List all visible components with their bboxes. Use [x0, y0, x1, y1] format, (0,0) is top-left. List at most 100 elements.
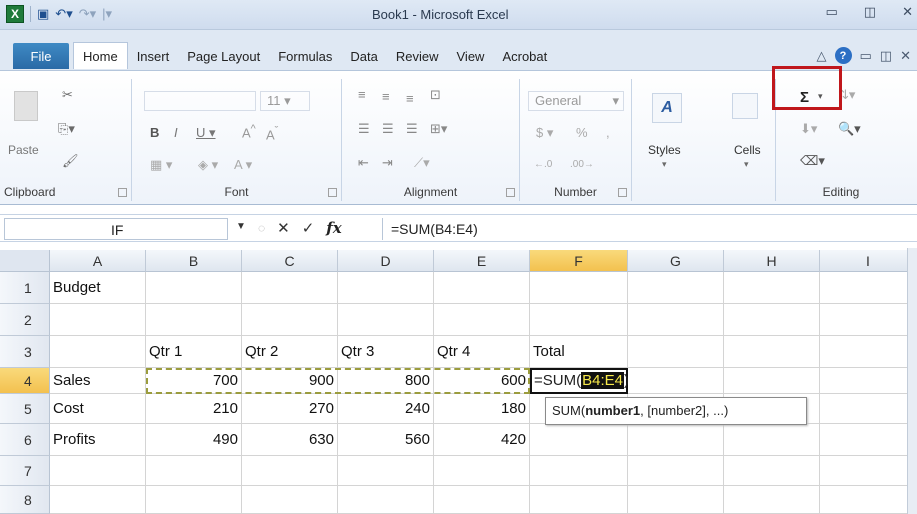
cell-g4[interactable] [628, 368, 724, 394]
cell-h7[interactable] [724, 456, 820, 486]
cell-a7[interactable] [50, 456, 146, 486]
tab-formulas[interactable]: Formulas [269, 43, 341, 69]
cell-a3[interactable] [50, 336, 146, 368]
tab-file[interactable]: File [13, 43, 69, 69]
align-middle-icon[interactable]: ≡ [382, 89, 390, 104]
tab-view[interactable]: View [448, 43, 494, 69]
align-bottom-icon[interactable]: ≡ [406, 91, 414, 106]
row-header-6[interactable]: 6 [0, 424, 50, 456]
help-icon[interactable]: ? [834, 47, 852, 64]
clear-icon[interactable]: ⌫▾ [800, 153, 825, 169]
cell-e7[interactable] [434, 456, 530, 486]
cell-g6[interactable] [628, 424, 724, 456]
wrap-text-icon[interactable]: ⊡ [430, 87, 441, 103]
cell-h4[interactable] [724, 368, 820, 394]
cell-i8[interactable] [820, 486, 917, 514]
orientation-icon[interactable]: ⟋▾ [414, 155, 430, 171]
cell-i1[interactable] [820, 272, 917, 304]
cell-b3[interactable]: Qtr 1 [146, 336, 242, 368]
cell-i6[interactable] [820, 424, 917, 456]
column-header-a[interactable]: A [50, 250, 146, 272]
tab-review[interactable]: Review [387, 43, 448, 69]
paste-button[interactable]: Paste [8, 143, 39, 157]
row-header-2[interactable]: 2 [0, 304, 50, 336]
cell-e1[interactable] [434, 272, 530, 304]
paste-icon[interactable] [14, 91, 38, 121]
column-header-i[interactable]: I [820, 250, 917, 272]
cell-f1[interactable] [530, 272, 628, 304]
grow-font-icon[interactable]: A^ [242, 123, 256, 140]
align-top-icon[interactable]: ≡ [358, 87, 366, 102]
cell-i3[interactable] [820, 336, 917, 368]
comma-icon[interactable]: , [606, 125, 610, 140]
cell-g1[interactable] [628, 272, 724, 304]
cell-a1[interactable]: Budget [50, 272, 146, 304]
vertical-scrollbar[interactable] [907, 248, 917, 514]
find-select-icon[interactable]: 🔍▾ [838, 121, 861, 137]
fill-color-icon[interactable]: ◈ ▾ [198, 157, 218, 173]
cell-d7[interactable] [338, 456, 434, 486]
ribbon-collapse-icon[interactable]: △ [817, 48, 827, 64]
customize-qat-icon[interactable]: |▾ [102, 6, 112, 22]
cell-e3[interactable]: Qtr 4 [434, 336, 530, 368]
tab-home[interactable]: Home [73, 42, 128, 69]
undo-icon[interactable]: ↶▾ [55, 6, 72, 22]
row-header-8[interactable]: 8 [0, 486, 50, 514]
window-restore-icon[interactable]: ◫ [880, 48, 892, 64]
styles-icon[interactable]: A [652, 93, 682, 123]
tab-page-layout[interactable]: Page Layout [178, 43, 269, 69]
merge-center-icon[interactable]: ⊞▾ [430, 121, 447, 137]
tab-data[interactable]: Data [341, 43, 386, 69]
cell-i4[interactable] [820, 368, 917, 394]
cell-f8[interactable] [530, 486, 628, 514]
redo-icon[interactable]: ↷▾ [79, 6, 96, 22]
italic-icon[interactable]: I [174, 125, 178, 140]
cell-c2[interactable] [242, 304, 338, 336]
cell-c5[interactable]: 270 [242, 394, 338, 424]
column-header-e[interactable]: E [434, 250, 530, 272]
underline-icon[interactable]: U ▾ [196, 125, 216, 141]
select-all-corner[interactable] [0, 250, 50, 272]
active-cell-f4[interactable]: =SUM(B4:E4) [530, 368, 629, 394]
decrease-decimal-icon[interactable]: .00→ [570, 159, 594, 170]
currency-icon[interactable]: $ ▾ [536, 125, 553, 141]
cell-b8[interactable] [146, 486, 242, 514]
align-right-icon[interactable]: ☰ [406, 121, 418, 137]
cell-d6[interactable]: 560 [338, 424, 434, 456]
close-icon[interactable]: ✕ [902, 4, 913, 20]
row-header-7[interactable]: 7 [0, 456, 50, 486]
cell-h3[interactable] [724, 336, 820, 368]
format-painter-icon[interactable]: 🖌 [62, 153, 79, 169]
cell-b1[interactable] [146, 272, 242, 304]
minimize-icon[interactable]: ▭ [826, 4, 838, 20]
window-close-icon[interactable]: ✕ [900, 48, 911, 64]
column-header-h[interactable]: H [724, 250, 820, 272]
cell-h8[interactable] [724, 486, 820, 514]
cell-f6[interactable] [530, 424, 628, 456]
cell-a5[interactable]: Cost [50, 394, 146, 424]
font-name-dropdown[interactable] [144, 91, 256, 111]
cell-b7[interactable] [146, 456, 242, 486]
window-min-icon[interactable]: ▭ [860, 48, 872, 64]
shrink-font-icon[interactable]: Aˇ [266, 125, 278, 142]
column-header-b[interactable]: B [146, 250, 242, 272]
cell-c7[interactable] [242, 456, 338, 486]
cell-h6[interactable] [724, 424, 820, 456]
cell-a6[interactable]: Profits [50, 424, 146, 456]
cell-i7[interactable] [820, 456, 917, 486]
borders-icon[interactable]: ▦ ▾ [150, 157, 172, 173]
cell-a4[interactable]: Sales [50, 368, 146, 394]
name-box[interactable]: IF [4, 218, 228, 240]
function-tooltip[interactable]: SUM(number1, [number2], ...) [545, 397, 807, 425]
clipboard-launcher-icon[interactable] [118, 188, 127, 197]
number-launcher-icon[interactable] [618, 188, 627, 197]
bold-icon[interactable]: B [150, 125, 159, 140]
copy-icon[interactable]: ⎘▾ [58, 121, 75, 137]
font-color-icon[interactable]: A ▾ [234, 157, 252, 173]
cell-b5[interactable]: 210 [146, 394, 242, 424]
row-header-1[interactable]: 1 [0, 272, 50, 304]
cell-h1[interactable] [724, 272, 820, 304]
column-header-g[interactable]: G [628, 250, 724, 272]
column-header-c[interactable]: C [242, 250, 338, 272]
cell-e8[interactable] [434, 486, 530, 514]
